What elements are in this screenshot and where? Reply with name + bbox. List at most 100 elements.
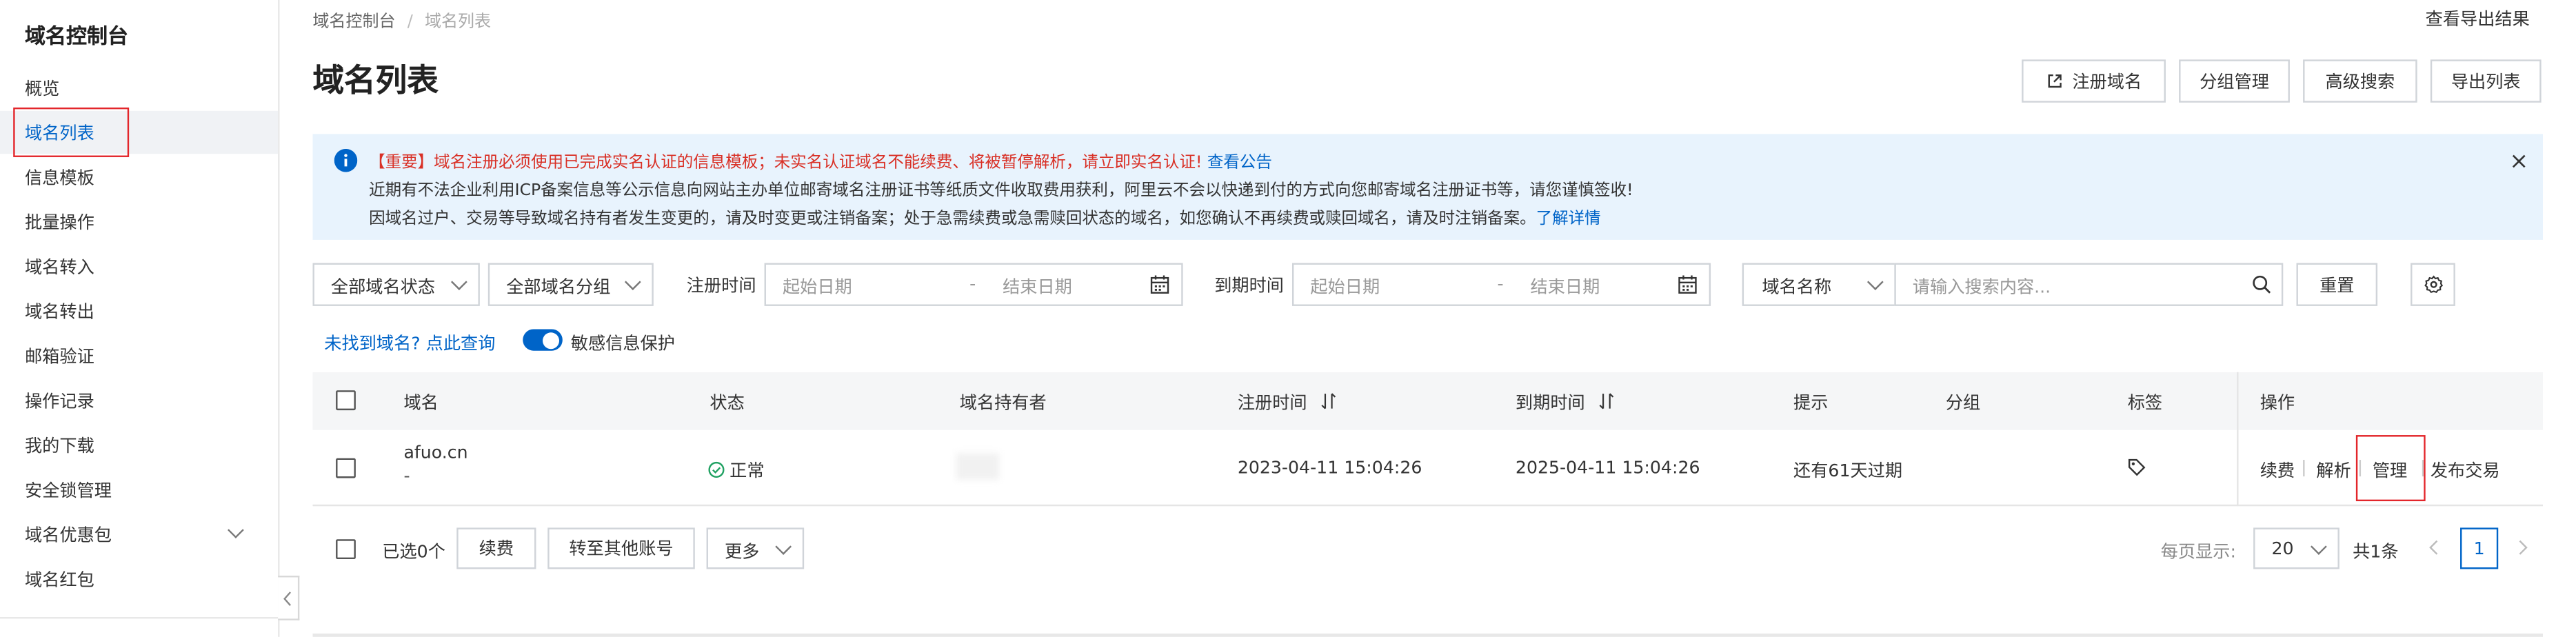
ops-separator: [2303, 460, 2305, 477]
group-filter-select[interactable]: 全部域名分组: [487, 263, 654, 306]
prev-page-icon[interactable]: [2426, 538, 2442, 558]
hint-value: 还有61天过期: [1793, 461, 1903, 482]
sidebar-item-security-lock[interactable]: 安全锁管理: [0, 468, 278, 511]
not-found-query-link[interactable]: 未找到域名? 点此查询: [324, 331, 495, 356]
sidebar: 域名控制台 概览 域名列表 信息模板 批量操作 域名转入 域名转出 邮箱验证 操…: [0, 0, 280, 637]
table-header: [312, 372, 2544, 430]
info-icon: [334, 148, 358, 172]
status-filter-select[interactable]: 全部域名状态: [312, 263, 480, 306]
col-domain: 域名: [403, 394, 439, 414]
table-row: [312, 430, 2544, 507]
page-title: 域名列表: [312, 63, 439, 99]
page-number-button[interactable]: 1: [2460, 527, 2499, 569]
domain-name-link[interactable]: afuo.cn: [403, 443, 467, 463]
chevron-down-icon: [450, 274, 467, 290]
export-results-link[interactable]: 查看导出结果: [2426, 7, 2530, 32]
sidebar-item-discount-pack[interactable]: 域名优惠包: [0, 513, 278, 556]
privacy-toggle[interactable]: [523, 329, 563, 351]
chevron-down-icon: [624, 274, 641, 290]
reg-date-range-picker[interactable]: 起始日期 - 结束日期: [764, 263, 1183, 306]
per-page-label: 每页显示:: [2160, 543, 2237, 563]
status-badge: 正常: [708, 458, 765, 483]
date-separator: -: [969, 274, 976, 295]
chevron-down-icon: [2311, 538, 2327, 555]
gear-icon: [2424, 275, 2442, 294]
reg-start-date-input[interactable]: 起始日期: [783, 274, 852, 299]
more-actions-select[interactable]: 更多: [706, 527, 805, 569]
renew-link[interactable]: 续费: [2260, 458, 2295, 483]
batch-renew-button[interactable]: 续费: [456, 527, 536, 569]
calendar-icon: [1150, 275, 1169, 294]
reg-end-date-input[interactable]: 结束日期: [1003, 274, 1072, 299]
search-input[interactable]: 请输入搜索内容...: [1894, 263, 2284, 306]
next-page-icon[interactable]: [2515, 538, 2531, 558]
sidebar-item-batch[interactable]: 批量操作: [0, 200, 278, 243]
highlight-box-domain-list: [13, 107, 130, 157]
sidebar-item-email-verify[interactable]: 邮箱验证: [0, 334, 278, 377]
notice-banner: 【重要】域名注册必须使用已完成实名认证的信息模板；未实名认证域名不能续费、将被暂…: [312, 134, 2544, 240]
chevron-down-icon: [228, 522, 244, 538]
transfer-account-button[interactable]: 转至其他账号: [547, 527, 695, 569]
notice-details-link[interactable]: 了解详情: [1536, 210, 1601, 228]
sidebar-item-transfer-out[interactable]: 域名转出: [0, 290, 278, 332]
col-tag: 标签: [2127, 394, 2163, 414]
exp-time-value: 2025-04-11 15:04:26: [1515, 458, 1700, 478]
sidebar-collapse-button[interactable]: [278, 576, 300, 620]
settings-button[interactable]: [2411, 263, 2455, 306]
chevron-down-icon: [775, 538, 792, 555]
col-exp-time[interactable]: 到期时间: [1516, 390, 1616, 415]
selected-count: 已选0个: [382, 543, 445, 563]
notice-important-text: 【重要】域名注册必须使用已完成实名认证的信息模板；未实名认证域名不能续费、将被暂…: [369, 154, 1203, 172]
exp-date-range-picker[interactable]: 起始日期 - 结束日期: [1291, 263, 1711, 306]
footer-select-all-checkbox[interactable]: [336, 539, 356, 560]
reg-time-value: 2023-04-11 15:04:26: [1237, 458, 1422, 478]
chevron-down-icon: [1866, 274, 1884, 290]
breadcrumb-separator: /: [407, 13, 413, 32]
per-page-select[interactable]: 20: [2253, 527, 2339, 569]
calendar-icon: [1678, 275, 1697, 294]
bottom-divider: [312, 634, 2544, 637]
close-icon[interactable]: [2511, 154, 2526, 169]
group-manage-button[interactable]: 分组管理: [2179, 59, 2290, 103]
notice-line-3: 因域名过户、交易等导致域名持有者发生变更的，请及时变更或注销备案；处于急需续费或…: [369, 210, 1601, 229]
exp-end-date-input[interactable]: 结束日期: [1531, 274, 1600, 299]
notice-line-1: 【重要】域名注册必须使用已完成实名认证的信息模板；未实名认证域名不能续费、将被暂…: [369, 149, 1272, 172]
reg-time-label: 注册时间: [686, 276, 756, 296]
col-hint: 提示: [1793, 394, 1829, 414]
sidebar-item-op-log[interactable]: 操作记录: [0, 378, 278, 421]
sidebar-item-red-packet[interactable]: 域名红包: [0, 558, 278, 600]
exp-start-date-input[interactable]: 起始日期: [1310, 274, 1380, 299]
advanced-search-button[interactable]: 高级搜索: [2303, 59, 2417, 103]
sort-icon[interactable]: [1599, 392, 1616, 410]
sidebar-item-info-template[interactable]: 信息模板: [0, 156, 278, 199]
reset-button[interactable]: 重置: [2296, 263, 2378, 306]
total-count: 共1条: [2353, 543, 2399, 563]
sidebar-item-overview[interactable]: 概览: [0, 66, 278, 109]
date-separator: -: [1497, 274, 1504, 295]
row-checkbox[interactable]: [336, 458, 356, 478]
sidebar-divider: [0, 617, 279, 619]
sort-icon[interactable]: [1321, 392, 1338, 410]
search-icon[interactable]: [2252, 274, 2272, 294]
notice-announcement-link[interactable]: 查看公告: [1207, 154, 1272, 172]
sidebar-item-downloads[interactable]: 我的下载: [0, 423, 278, 466]
register-domain-button[interactable]: 注册域名: [2022, 59, 2166, 103]
tag-icon[interactable]: [2128, 458, 2146, 476]
select-all-checkbox[interactable]: [336, 390, 356, 411]
holder-masked-value: [956, 453, 1000, 480]
privacy-toggle-label: 敏感信息保护: [570, 334, 675, 354]
dns-resolve-link[interactable]: 解析: [2316, 458, 2351, 483]
breadcrumb-root[interactable]: 域名控制台: [313, 13, 396, 31]
col-reg-time[interactable]: 注册时间: [1238, 390, 1338, 415]
sidebar-item-transfer-in[interactable]: 域名转入: [0, 245, 278, 287]
export-list-button[interactable]: 导出列表: [2430, 59, 2542, 103]
notice-line-2: 近期有不法企业利用ICP备案信息等公示信息向网站主办单位邮寄域名注册证书等纸质文…: [369, 181, 1633, 201]
toggle-knob: [543, 332, 560, 349]
col-holder: 域名持有者: [959, 394, 1047, 414]
chevron-left-icon: [283, 592, 292, 607]
search-field-select[interactable]: 域名名称: [1742, 263, 1896, 306]
domain-sub-value: -: [403, 466, 410, 487]
publish-trade-link[interactable]: 发布交易: [2431, 458, 2500, 483]
check-circle-icon: [708, 461, 725, 478]
exp-time-label: 到期时间: [1214, 276, 1285, 296]
